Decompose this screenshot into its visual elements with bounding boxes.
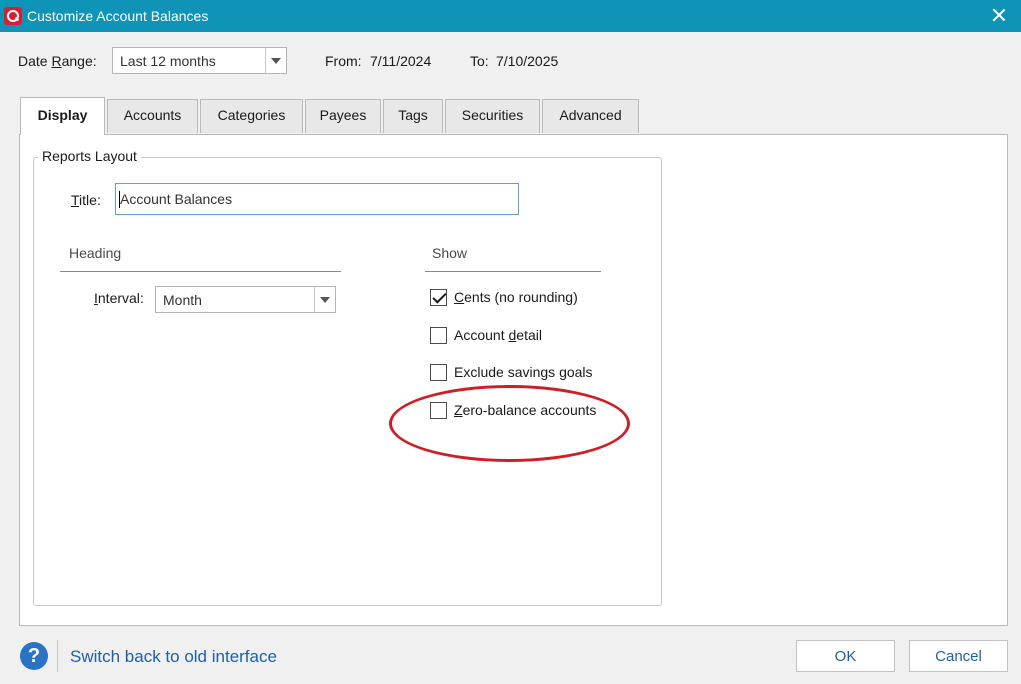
heading-section-title: Heading <box>69 245 122 261</box>
reports-layout-legend: Reports Layout <box>38 148 141 164</box>
zero-balance-accounts-label: Zero-balance accounts <box>454 402 597 418</box>
tab-tags[interactable]: Tags <box>383 99 443 133</box>
window-title: Customize Account Balances <box>27 8 209 24</box>
show-section-title: Show <box>432 245 468 261</box>
account-detail-label: Account detail <box>454 327 542 343</box>
to-date: 7/10/2025 <box>496 53 559 69</box>
to-label: To: <box>470 53 489 69</box>
exclude-savings-goals-checkbox[interactable] <box>430 364 447 381</box>
chevron-down-icon[interactable] <box>314 287 335 312</box>
title-input[interactable] <box>115 183 519 215</box>
from-label: From: <box>325 53 362 69</box>
tab-securities[interactable]: Securities <box>445 99 540 133</box>
tab-display[interactable]: Display <box>20 97 105 135</box>
zero-balance-accounts-checkbox[interactable] <box>430 402 447 419</box>
from-date: 7/11/2024 <box>370 53 432 69</box>
interval-dropdown[interactable]: Month <box>155 286 336 313</box>
tab-advanced[interactable]: Advanced <box>542 99 639 133</box>
reports-layout-group <box>33 157 662 606</box>
quicken-logo-icon <box>4 7 22 25</box>
date-range-label: Date Range: <box>18 53 97 69</box>
text-cursor <box>119 191 120 208</box>
tab-categories[interactable]: Categories <box>200 99 303 133</box>
exclude-savings-goals-label: Exclude savings goals <box>454 364 593 380</box>
cancel-button[interactable]: Cancel <box>909 640 1008 672</box>
date-range-value: Last 12 months <box>120 53 216 69</box>
chevron-down-icon[interactable] <box>265 48 286 73</box>
switch-old-interface-link[interactable]: Switch back to old interface <box>70 647 277 667</box>
tab-accounts[interactable]: Accounts <box>107 99 198 133</box>
heading-divider <box>60 271 341 272</box>
question-mark-icon[interactable]: ? <box>20 642 48 670</box>
show-divider <box>425 271 601 272</box>
window-titlebar: Customize Account Balances <box>0 0 1021 32</box>
interval-label: Interval: <box>94 290 144 306</box>
account-detail-checkbox[interactable] <box>430 327 447 344</box>
interval-value: Month <box>163 292 202 308</box>
cents-label: Cents (no rounding) <box>454 289 578 305</box>
cents-checkbox[interactable] <box>430 289 447 306</box>
close-icon[interactable] <box>991 7 1007 23</box>
footer-divider <box>57 640 58 672</box>
title-label: Title: <box>71 192 101 208</box>
date-range-dropdown[interactable]: Last 12 months <box>112 47 287 74</box>
tab-payees[interactable]: Payees <box>305 99 381 133</box>
ok-button[interactable]: OK <box>796 640 895 672</box>
